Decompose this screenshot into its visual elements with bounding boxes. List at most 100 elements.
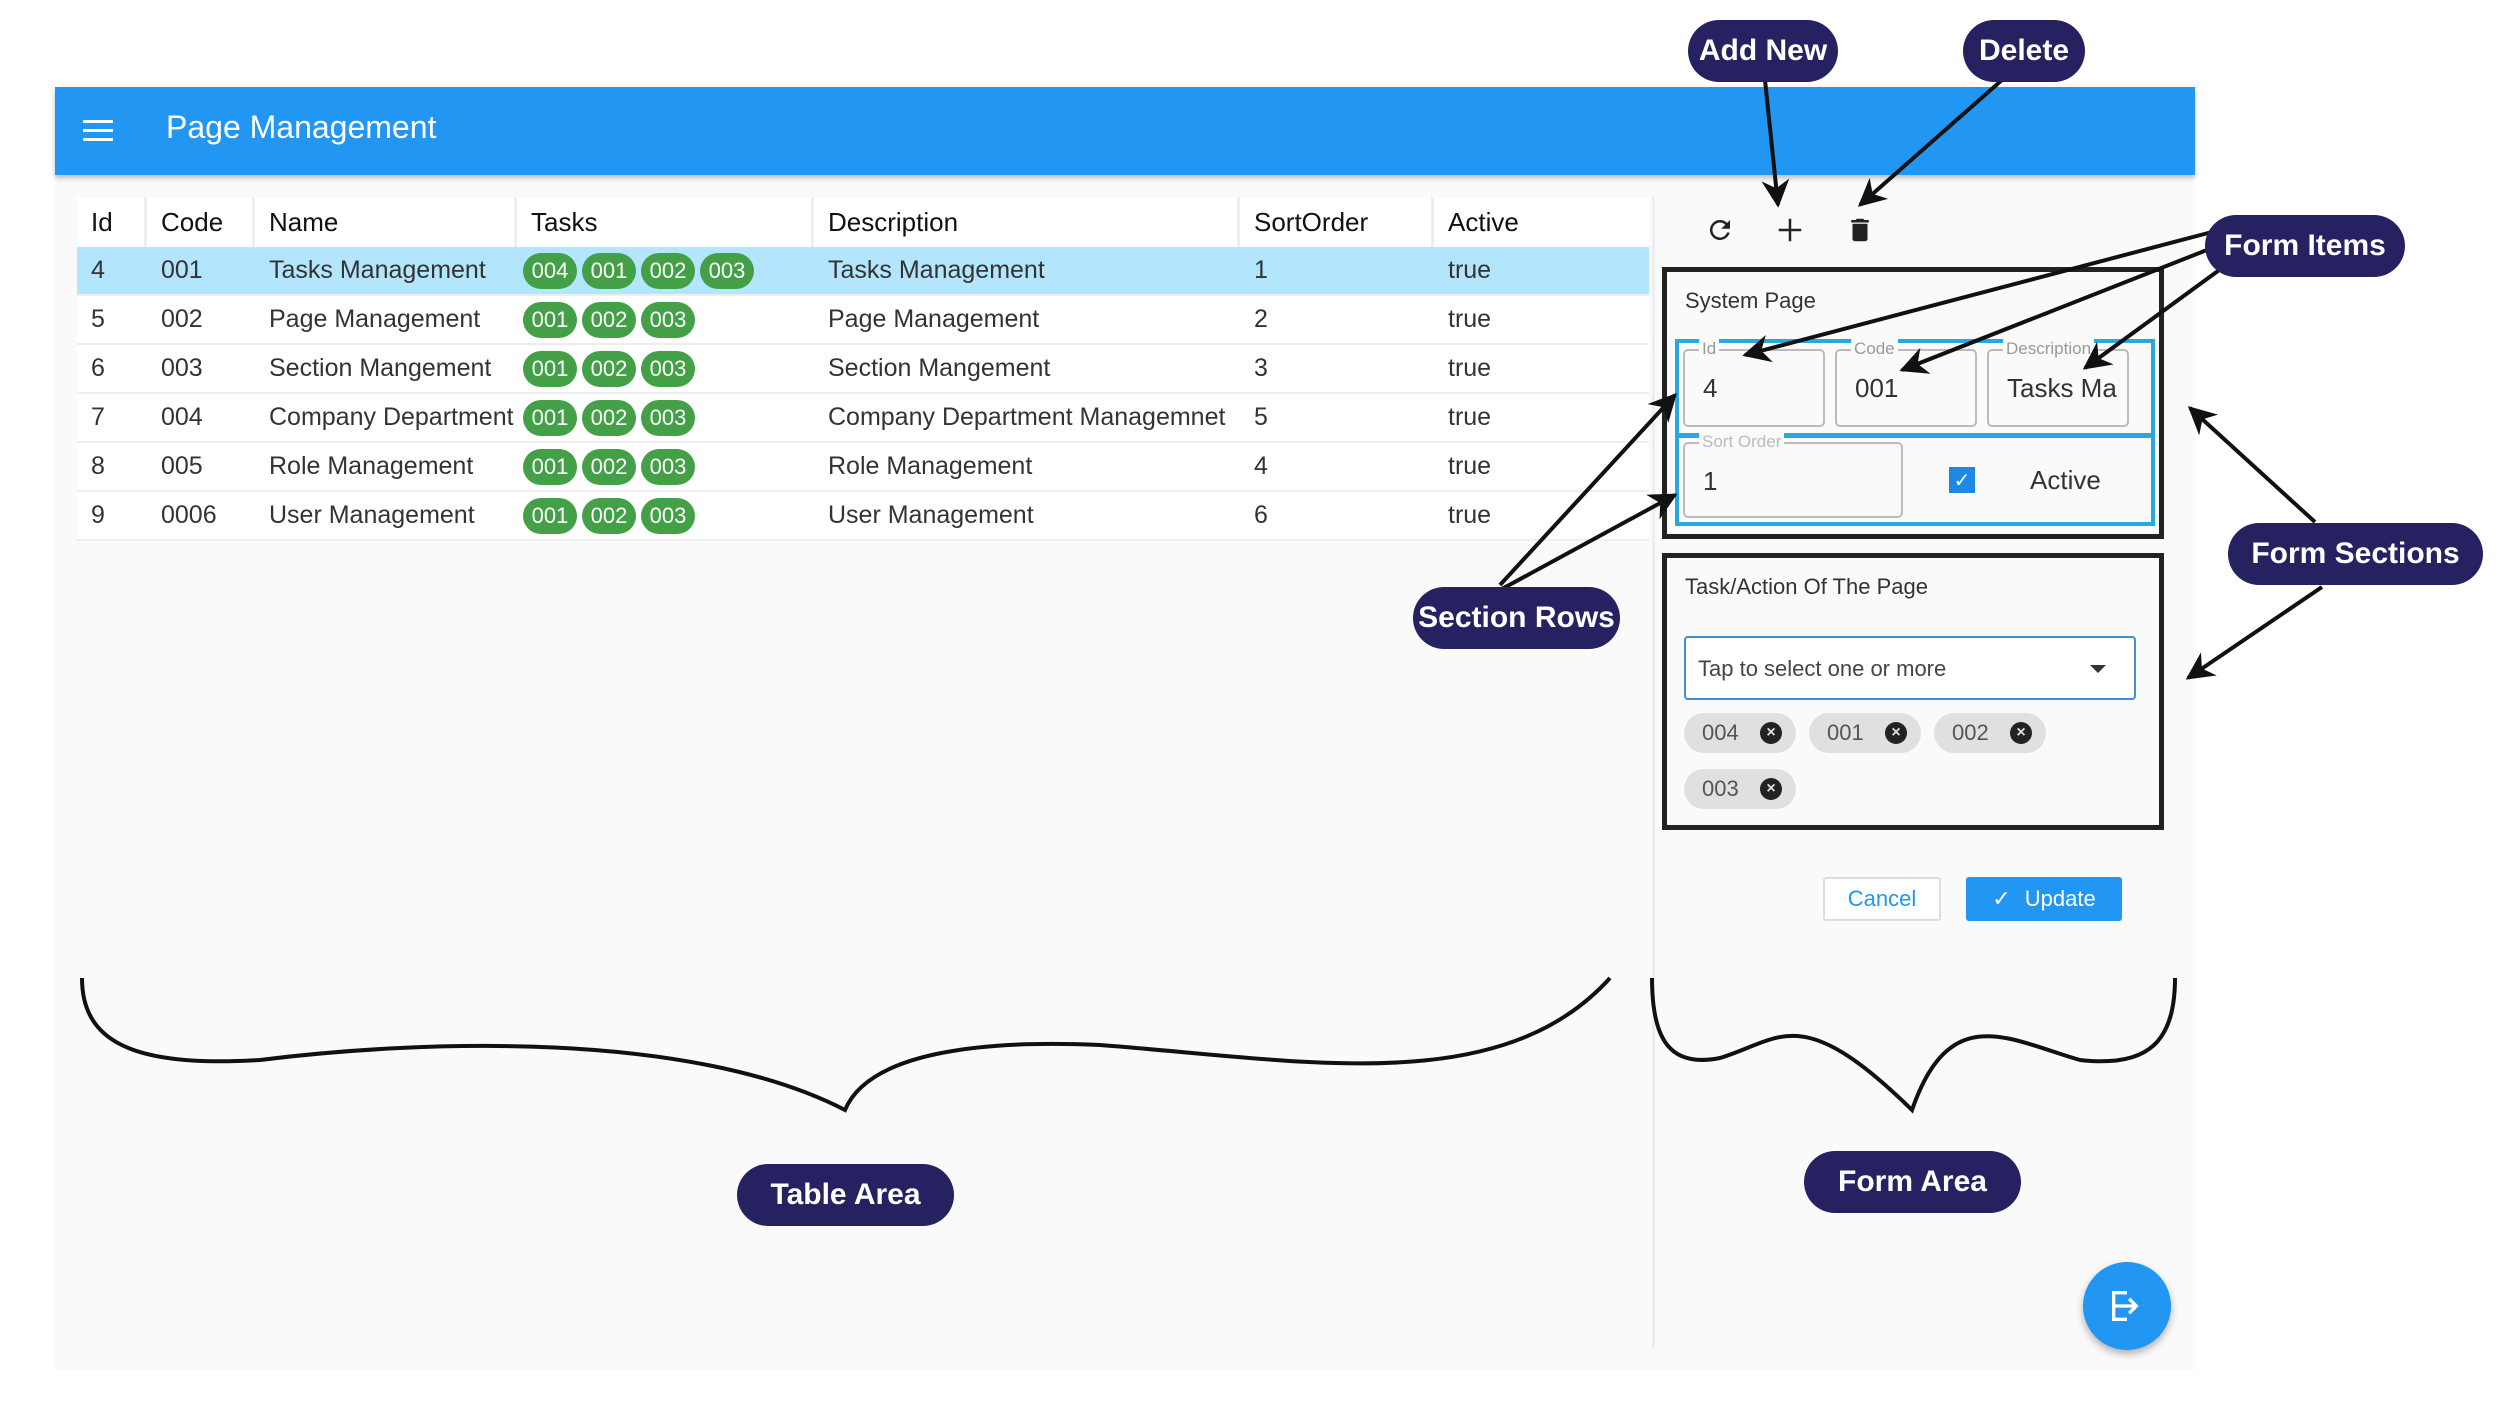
cell-description: Role Management [828,452,1033,480]
code-value: 001 [1855,373,1899,403]
task-chip: 003 [641,399,695,436]
menu-icon[interactable] [83,120,113,142]
remove-tag-icon[interactable]: × [1760,778,1782,800]
cell-description: User Management [828,501,1034,529]
column-header-code[interactable]: Code [147,197,255,247]
description-label: Description [2003,339,2095,359]
table-row[interactable]: 9 0006 User Management 001 002 003 User Manage… [77,492,1649,541]
check-icon: ✓ [1992,886,2011,911]
tasks-multiselect[interactable]: Tap to select one or more [1684,636,2136,700]
section-title: System Page [1685,288,1816,313]
page-title: Page Management [166,109,437,145]
cell-active: true [1448,256,1492,284]
task-chip: 001 [523,448,577,485]
delete-icon[interactable] [1840,210,1880,250]
callout-form-area: Form Area [1804,1151,2021,1213]
table-row[interactable]: 8 005 Role Management 001 002 003 Role Managem… [77,443,1649,492]
task-chip: 002 [582,448,636,485]
form-toolbar [1670,200,1880,260]
task-chip: 001 [582,252,636,289]
cell-sortorder: 3 [1254,354,1268,382]
task-chip: 002 [582,301,636,338]
tag-label: 003 [1702,776,1739,801]
cell-active: true [1448,305,1492,333]
column-header-sortorder[interactable]: SortOrder [1240,197,1434,247]
column-header-description[interactable]: Description [814,197,1240,247]
section-row-1: Id 4 Code 001 Description Tasks Ma [1675,339,2155,437]
table-row[interactable]: 7 004 Company Department 001 002 003 Company D… [77,394,1649,443]
cell-sortorder: 2 [1254,305,1268,333]
selected-tag: 004 × [1684,713,1796,753]
section-row-2: Sort Order 1 ✓ Active [1675,432,2155,526]
cell-id: 5 [91,305,105,333]
description-field[interactable]: Description Tasks Ma [1987,339,2129,427]
app-bar: Page Management [55,87,2195,175]
remove-tag-icon[interactable]: × [1760,722,1782,744]
column-header-id[interactable]: Id [77,197,147,247]
cell-description: Tasks Management [828,256,1045,284]
selected-tag: 002 × [1934,713,2046,753]
tag-label: 002 [1952,720,1989,745]
task-chip: 001 [523,497,577,534]
select-placeholder: Tap to select one or more [1698,656,1947,681]
cell-sortorder: 1 [1254,256,1268,284]
cell-id: 8 [91,452,105,480]
dropdown-caret-icon [2090,665,2106,673]
cell-id: 4 [91,256,105,284]
cell-id: 9 [91,501,105,529]
cell-code: 005 [161,452,203,480]
id-label: Id [1699,339,1720,359]
cell-code: 003 [161,354,203,382]
task-chip: 001 [523,399,577,436]
panel-divider [1652,197,1655,1347]
cancel-button[interactable]: Cancel [1823,877,1941,921]
form-section-tasks: Task/Action Of The Page Tap to select on… [1662,553,2164,830]
active-label: Active [2030,464,2101,495]
column-header-name[interactable]: Name [255,197,517,247]
id-value: 4 [1703,373,1718,403]
update-label: Update [2024,886,2096,911]
task-chip: 003 [641,497,695,534]
callout-form-sections: Form Sections [2228,523,2483,585]
table-row[interactable]: 5 002 Page Management 001 002 003 Page Managem… [77,296,1649,345]
cell-code: 0006 [161,501,217,529]
cell-tasks: 001 002 003 [517,394,814,441]
task-chip: 003 [700,252,754,289]
add-icon[interactable] [1770,210,1810,250]
cell-tasks: 001 002 003 [517,443,814,490]
cell-name: User Management [269,501,475,529]
cell-tasks: 001 002 003 [517,492,814,539]
sort-order-field[interactable]: Sort Order 1 [1683,432,1903,518]
column-header-tasks[interactable]: Tasks [517,197,814,247]
exit-fab-button[interactable] [2083,1262,2171,1350]
update-button[interactable]: ✓ Update [1966,877,2122,921]
task-chip: 001 [523,350,577,387]
cell-tasks: 001 002 003 [517,345,814,392]
cell-tasks: 001 002 003 [517,296,814,343]
cell-name: Tasks Management [269,256,486,284]
section-title: Task/Action Of The Page [1685,574,1928,599]
active-checkbox[interactable]: ✓ [1949,467,1975,493]
task-chip: 003 [641,350,695,387]
refresh-icon[interactable] [1700,210,1740,250]
cell-name: Role Management [269,452,474,480]
code-field[interactable]: Code 001 [1835,339,1977,427]
sort-order-value: 1 [1703,466,1718,496]
table-row[interactable]: 6 003 Section Mangement 001 002 003 Section Ma… [77,345,1649,394]
table-row[interactable]: 4 001 Tasks Management 004 001 002 003 Tasks Ma… [77,247,1649,296]
remove-tag-icon[interactable]: × [2010,722,2032,744]
column-header-active[interactable]: Active [1434,197,1649,247]
cell-active: true [1448,501,1492,529]
remove-tag-icon[interactable]: × [1885,722,1907,744]
cell-description: Section Mangement [828,354,1051,382]
tag-label: 004 [1702,720,1739,745]
cell-tasks: 004 001 002 003 [517,247,814,294]
task-chip: 001 [523,301,577,338]
cell-name: Company Department [269,403,514,431]
cell-sortorder: 6 [1254,501,1268,529]
cell-name: Page Management [269,305,481,333]
id-field[interactable]: Id 4 [1683,339,1825,427]
callout-add-new: Add New [1688,20,1838,82]
login-icon [2112,1291,2139,1321]
cell-id: 7 [91,403,105,431]
